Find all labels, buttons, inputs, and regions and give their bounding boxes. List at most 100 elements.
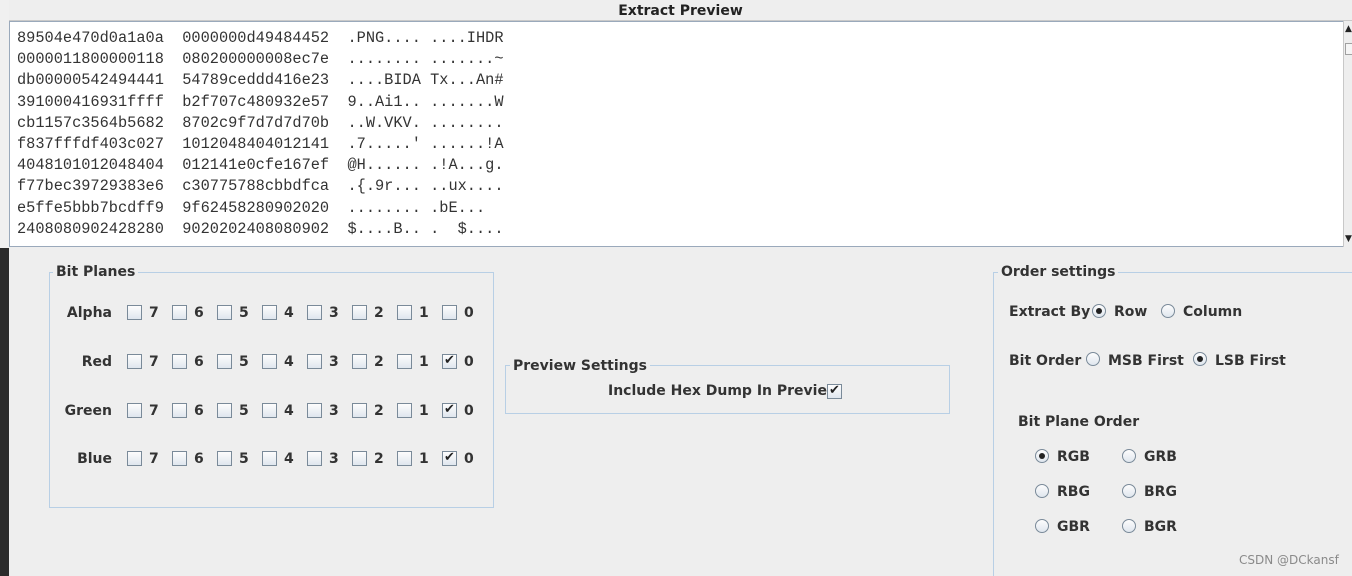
hex-dump-line: cb1157c3564b5682 8702c9f7d7d7d70b ..W.VK… [17,113,504,132]
extract-preview-text[interactable]: 89504e470d0a1a0a 0000000d49484452 .PNG..… [9,21,1345,247]
bit-checkbox-green-5[interactable] [217,403,232,418]
bit-number-label: 1 [419,403,429,419]
bit-checkbox-alpha-1[interactable] [397,305,412,320]
bit-plane-order-label: Bit Plane Order [1018,414,1140,430]
bit-checkbox-blue-0[interactable] [442,450,457,466]
bit-number-label: 2 [374,451,384,467]
bit-order-lsb-radio[interactable] [1193,352,1207,366]
bit-checkbox-red-2[interactable] [352,354,367,369]
bit-number-label: 0 [464,403,474,419]
bit-number-label: 5 [239,403,249,419]
bit-number-label: 6 [194,403,204,419]
bit-checkbox-blue-5[interactable] [217,451,232,466]
plane-order-label-brg: BRG [1144,484,1177,500]
bit-checkbox-alpha-2[interactable] [352,305,367,320]
plane-order-label-rgb: RGB [1057,449,1090,465]
bit-order-lsb-label: LSB First [1215,353,1286,369]
bit-checkbox-blue-4[interactable] [262,451,277,466]
bit-order-msb-label: MSB First [1108,353,1184,369]
hex-dump-line: 89504e470d0a1a0a 0000000d49484452 .PNG..… [17,29,504,47]
bit-number-label: 0 [464,305,474,321]
bit-checkbox-alpha-6[interactable] [172,305,187,320]
bit-plane-row-label-alpha: Alpha [66,305,112,321]
bit-checkbox-green-2[interactable] [352,403,367,418]
order-settings-title: Order settings [998,264,1119,280]
bit-checkbox-red-0[interactable] [442,353,457,369]
left-edge-dark [0,248,9,576]
bit-number-label: 3 [329,451,339,467]
bit-checkbox-blue-3[interactable] [307,451,322,466]
bit-checkbox-alpha-0[interactable] [442,305,457,320]
bit-number-label: 4 [284,403,294,419]
preview-settings-title: Preview Settings [510,358,650,374]
bit-checkbox-green-4[interactable] [262,403,277,418]
bit-order-msb-radio[interactable] [1086,352,1100,366]
bit-number-label: 4 [284,305,294,321]
bit-checkbox-red-5[interactable] [217,354,232,369]
extract-by-row-label: Row [1114,304,1148,320]
bit-plane-row-label-blue: Blue [77,451,112,467]
extract-by-column-radio[interactable] [1161,304,1175,318]
bit-checkbox-alpha-5[interactable] [217,305,232,320]
bit-checkbox-blue-7[interactable] [127,451,142,466]
bit-checkbox-blue-2[interactable] [352,451,367,466]
plane-order-radio-rgb[interactable] [1035,449,1049,463]
bit-number-label: 7 [149,305,159,321]
plane-order-label-bgr: BGR [1144,519,1177,535]
bit-number-label: 0 [464,451,474,467]
bit-checkbox-alpha-7[interactable] [127,305,142,320]
bit-number-label: 7 [149,354,159,370]
watermark-text: CSDN @DCkansf [1239,553,1339,567]
hex-dump-line: f77bec39729383e6 c30775788cbbdfca .{.9r.… [17,177,504,196]
bit-planes-title: Bit Planes [53,264,139,280]
bit-checkbox-red-7[interactable] [127,354,142,369]
hex-dump-line: 4048101012048404 012141e0cfe167ef @H....… [17,156,504,175]
extract-by-row-radio[interactable] [1092,304,1106,318]
plane-order-radio-bgr[interactable] [1122,519,1136,533]
bit-checkbox-blue-1[interactable] [397,451,412,466]
bit-plane-row-label-red: Red [81,354,112,370]
plane-order-radio-gbr[interactable] [1035,519,1049,533]
bit-number-label: 2 [374,354,384,370]
bit-number-label: 6 [194,305,204,321]
hex-dump-line: f837fffdf403c027 1012048404012141 .7....… [17,135,504,153]
plane-order-radio-rbg[interactable] [1035,484,1049,498]
bit-checkbox-red-4[interactable] [262,354,277,369]
bit-number-label: 1 [419,354,429,370]
bit-number-label: 2 [374,305,384,321]
hex-dump-line: 0000011800000118 080200000008ec7e ......… [17,50,504,69]
bit-checkbox-red-6[interactable] [172,354,187,369]
bit-checkbox-green-0[interactable] [442,402,457,418]
bit-number-label: 4 [284,451,294,467]
include-hex-dump-checkbox[interactable] [827,383,842,399]
bit-number-label: 6 [194,451,204,467]
bit-number-label: 7 [149,403,159,419]
bit-checkbox-blue-6[interactable] [172,451,187,466]
plane-order-label-gbr: GBR [1057,519,1090,535]
bit-plane-row-label-green: Green [64,403,112,419]
bit-checkbox-green-3[interactable] [307,403,322,418]
plane-order-label-rbg: RBG [1057,484,1090,500]
plane-order-label-grb: GRB [1144,449,1177,465]
scroll-up-arrow-icon[interactable]: ▲ [1344,23,1352,35]
hex-dump-line: e5ffe5bbb7bcdff9 9f62458280902020 ......… [17,198,504,217]
bit-checkbox-red-3[interactable] [307,354,322,369]
bit-number-label: 7 [149,451,159,467]
bit-checkbox-red-1[interactable] [397,354,412,369]
bit-checkbox-green-1[interactable] [397,403,412,418]
plane-order-radio-brg[interactable] [1122,484,1136,498]
bit-checkbox-alpha-3[interactable] [307,305,322,320]
scroll-down-arrow-icon[interactable]: ▼ [1344,233,1352,245]
scroll-thumb[interactable] [1345,43,1352,55]
bit-checkbox-green-6[interactable] [172,403,187,418]
bit-number-label: 1 [419,305,429,321]
bit-checkbox-alpha-4[interactable] [262,305,277,320]
bit-checkbox-green-7[interactable] [127,403,142,418]
bit-number-label: 5 [239,354,249,370]
plane-order-radio-grb[interactable] [1122,449,1136,463]
bit-number-label: 6 [194,354,204,370]
bit-number-label: 4 [284,354,294,370]
preview-scrollbar[interactable]: ▲ ▼ [1343,21,1352,247]
bit-number-label: 2 [374,403,384,419]
extract-by-column-label: Column [1183,304,1243,320]
